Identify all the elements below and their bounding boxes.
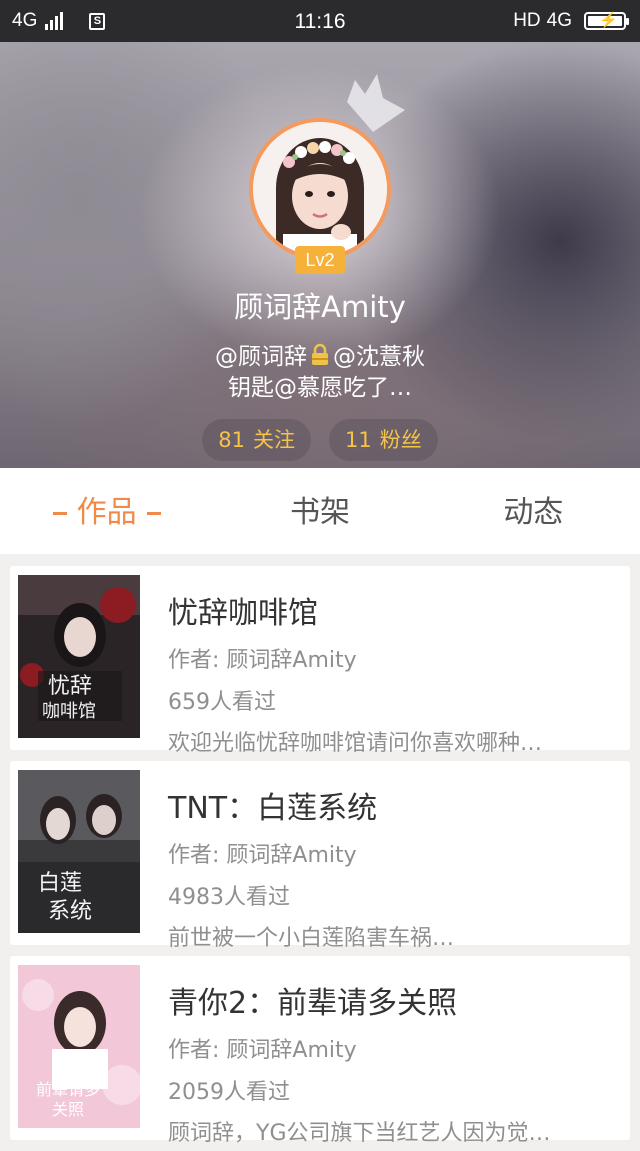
follow-stats: 81 关注 11 粉丝 xyxy=(0,419,640,461)
tab-indicator-right xyxy=(146,512,161,515)
lock-icon xyxy=(312,343,328,365)
tab-works-label: 作品 xyxy=(76,495,137,530)
followers-count: 11 xyxy=(345,428,372,452)
avatar[interactable] xyxy=(249,118,391,260)
tab-bookshelf-label: 书架 xyxy=(289,495,350,530)
svg-text:关照: 关照 xyxy=(52,1100,84,1119)
book-description: 顾词辞，YG公司旗下当红艺人因为觉… xyxy=(168,1121,551,1146)
book-card[interactable]: 前辈请多 关照 青你2：前辈请多关照 作者: 顾词辞Amity 2059人看过 … xyxy=(10,956,630,1146)
book-card[interactable]: 白莲 系统 TNT：白莲系统 作者: 顾词辞Amity 4983人看过 前世被一… xyxy=(10,761,630,951)
tab-activity-label: 动态 xyxy=(503,495,564,530)
book-description: 前世被一个小白莲陷害车祸… xyxy=(168,926,455,951)
book-views: 659人看过 xyxy=(168,690,276,715)
svg-text:系统: 系统 xyxy=(48,899,92,924)
book-cover: 忧辞 咖啡馆 xyxy=(18,575,140,738)
book-info: 忧辞咖啡馆 作者: 顾词辞Amity 659人看过 欢迎光临忧辞咖啡馆请问你喜欢… xyxy=(168,588,618,757)
book-author: 作者: 顾词辞Amity xyxy=(168,1038,357,1063)
followers-label: 粉丝 xyxy=(379,428,422,452)
tab-works[interactable]: 作品 xyxy=(0,468,213,554)
book-description: 欢迎光临忧辞咖啡馆请问你喜欢哪种… xyxy=(168,731,543,756)
svg-text:咖啡馆: 咖啡馆 xyxy=(42,701,96,722)
book-card[interactable]: 忧辞 咖啡馆 忧辞咖啡馆 作者: 顾词辞Amity 659人看过 欢迎光临忧辞咖… xyxy=(10,566,630,756)
bio-mention-2: @沈薏秋 xyxy=(333,344,425,370)
network-type-right: 4G xyxy=(546,10,572,31)
bio-line-2: 钥匙@慕愿吃了… xyxy=(228,375,412,401)
tab-indicator-left xyxy=(52,512,67,515)
following-label: 关注 xyxy=(253,428,295,452)
level-badge: Lv2 xyxy=(295,246,345,274)
avatar-image xyxy=(253,122,387,256)
book-title: 青你2：前辈请多关照 xyxy=(168,986,458,1021)
book-title: 忧辞咖啡馆 xyxy=(168,596,318,631)
tab-bookshelf[interactable]: 书架 xyxy=(213,468,426,554)
book-author: 作者: 顾词辞Amity xyxy=(168,843,357,868)
book-info: TNT：白莲系统 作者: 顾词辞Amity 4983人看过 前世被一个小白莲陷害… xyxy=(168,783,618,952)
following-button[interactable]: 81 关注 xyxy=(202,419,311,461)
book-views: 2059人看过 xyxy=(168,1080,290,1105)
bio-mention-1: @顾词辞 xyxy=(215,344,307,370)
svg-text:前辈请多: 前辈请多 xyxy=(36,1080,100,1099)
status-bar: 4G S 11:16 HD 4G ⚡ xyxy=(0,0,640,42)
username: 顾词辞Amity xyxy=(234,290,406,324)
book-title: TNT：白莲系统 xyxy=(168,791,378,826)
svg-text:白莲: 白莲 xyxy=(38,871,82,896)
status-right: HD 4G ⚡ xyxy=(513,10,629,32)
tab-bar: 作品 书架 动态 xyxy=(0,468,640,554)
profile-header: Lv2 顾词辞Amity @顾词辞 @沈薏秋 钥匙@慕愿吃了… 81 关注 11 粉… xyxy=(0,42,640,468)
bio-line-1: @顾词辞 @沈薏秋 xyxy=(0,342,640,373)
book-author: 作者: 顾词辞Amity xyxy=(168,648,357,673)
book-info: 青你2：前辈请多关照 作者: 顾词辞Amity 2059人看过 顾词辞，YG公司… xyxy=(168,978,618,1147)
bio: @顾词辞 @沈薏秋 钥匙@慕愿吃了… xyxy=(0,342,640,404)
book-views: 4983人看过 xyxy=(168,885,290,910)
book-cover: 前辈请多 关照 xyxy=(18,965,140,1128)
book-cover: 白莲 系统 xyxy=(18,770,140,933)
hd-indicator: HD xyxy=(513,10,541,31)
tab-activity[interactable]: 动态 xyxy=(427,468,640,554)
svg-text:忧辞: 忧辞 xyxy=(48,674,92,699)
followers-button[interactable]: 11 粉丝 xyxy=(329,419,438,461)
following-count: 81 xyxy=(218,428,245,452)
battery-icon: ⚡ xyxy=(584,12,629,30)
book-list: 忧辞 咖啡馆 忧辞咖啡馆 作者: 顾词辞Amity 659人看过 欢迎光临忧辞咖… xyxy=(10,566,630,1151)
